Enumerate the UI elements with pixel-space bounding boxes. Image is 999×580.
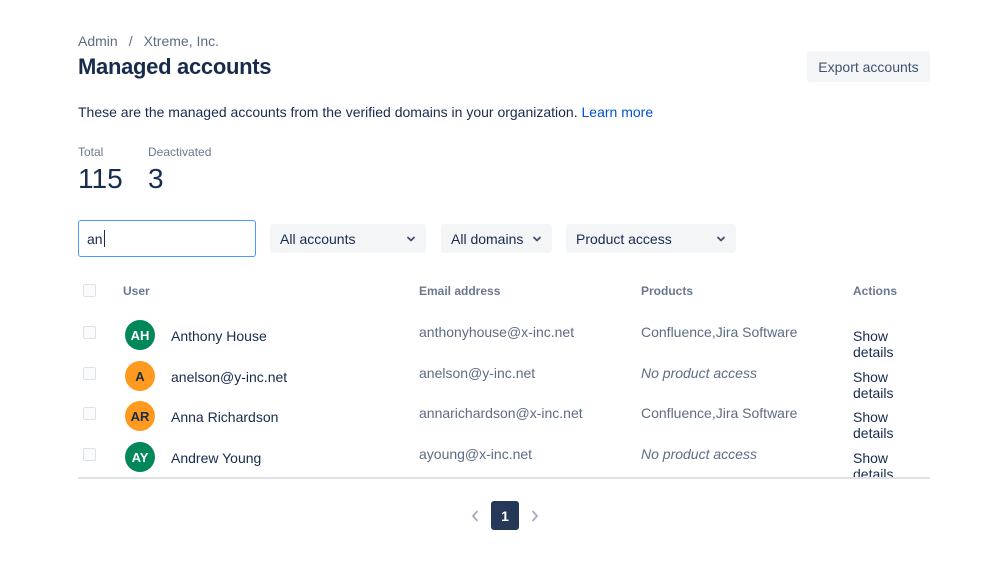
avatar: AH [125, 320, 155, 350]
stat-total: Total 115 [78, 145, 123, 195]
user-email: ayoung@x-inc.net [419, 446, 533, 462]
select-all-checkbox[interactable] [83, 284, 96, 297]
breadcrumb-item-admin[interactable]: Admin [78, 33, 118, 49]
stat-total-value: 115 [78, 163, 123, 194]
chevron-down-icon [407, 236, 415, 241]
row-checkbox[interactable] [83, 367, 96, 380]
stat-deactivated-label: Deactivated [148, 145, 212, 159]
user-email: anelson@y-inc.net [419, 365, 536, 381]
user-products: Confluence,Jira Software [641, 405, 798, 421]
row-checkbox[interactable] [83, 448, 96, 461]
stat-deactivated-value: 3 [148, 163, 164, 194]
breadcrumb-item-organization[interactable]: Xtreme, Inc. [144, 33, 219, 49]
user-name[interactable]: Andrew Young [171, 450, 261, 466]
user-products: No product access [641, 365, 757, 381]
column-header-actions: Actions [853, 284, 898, 298]
user-name[interactable]: Anna Richardson [171, 409, 278, 425]
row-checkbox[interactable] [83, 407, 96, 420]
account-status-filter-value: All accounts [280, 230, 356, 247]
search-input-value: an [87, 230, 103, 247]
column-header-products[interactable]: Products [641, 284, 693, 298]
pagination: 1 [467, 501, 543, 530]
breadcrumb-separator: / [128, 33, 133, 49]
account-status-filter[interactable]: All accounts [270, 224, 426, 253]
show-details-link[interactable]: Show details [853, 369, 930, 401]
user-name[interactable]: anelson@y-inc.net [171, 369, 287, 385]
column-header-user[interactable]: User [123, 284, 150, 298]
show-details-link[interactable]: Show details [853, 409, 930, 441]
table-row: A anelson@y-inc.net anelson@y-inc.net No… [78, 360, 930, 401]
chevron-down-icon [533, 236, 541, 241]
export-accounts-button[interactable]: Export accounts [807, 51, 930, 82]
learn-more-link[interactable]: Learn more [582, 104, 654, 120]
domain-filter-value: All domains [451, 230, 524, 247]
chevron-down-icon [717, 236, 725, 241]
table-row: AY Andrew Young ayoung@x-inc.net No prod… [78, 441, 930, 482]
avatar: AY [125, 442, 155, 472]
table-row: AH Anthony House anthonyhouse@x-inc.net … [78, 319, 930, 360]
show-details-link[interactable]: Show details [853, 328, 930, 360]
user-email: anthonyhouse@x-inc.net [419, 324, 575, 340]
user-products: No product access [641, 446, 757, 462]
stat-deactivated: Deactivated 3 [148, 145, 211, 195]
user-email: annarichardson@x-inc.net [419, 405, 583, 421]
table-row: AR Anna Richardson annarichardson@x-inc.… [78, 400, 930, 441]
page-button-current[interactable]: 1 [491, 501, 519, 530]
breadcrumb: Admin / Xtreme, Inc. [78, 33, 219, 49]
row-checkbox[interactable] [83, 326, 96, 339]
chevron-right-icon[interactable] [527, 508, 543, 524]
intro-text: These are the managed accounts from the … [78, 104, 653, 120]
stat-total-label: Total [78, 145, 104, 159]
avatar: A [125, 361, 155, 391]
page-title: Managed accounts [78, 54, 272, 79]
avatar: AR [125, 401, 155, 431]
search-input[interactable]: an [78, 220, 256, 257]
user-name[interactable]: Anthony House [171, 328, 267, 344]
user-products: Confluence,Jira Software [641, 324, 798, 340]
product-access-filter-value: Product access [576, 230, 672, 247]
column-header-email[interactable]: Email address [419, 284, 500, 298]
intro-description: These are the managed accounts from the … [78, 104, 578, 120]
product-access-filter[interactable]: Product access [566, 224, 736, 253]
text-caret [103, 230, 105, 247]
domain-filter[interactable]: All domains [441, 224, 552, 253]
chevron-left-icon[interactable] [467, 508, 483, 524]
table-divider [78, 477, 930, 479]
